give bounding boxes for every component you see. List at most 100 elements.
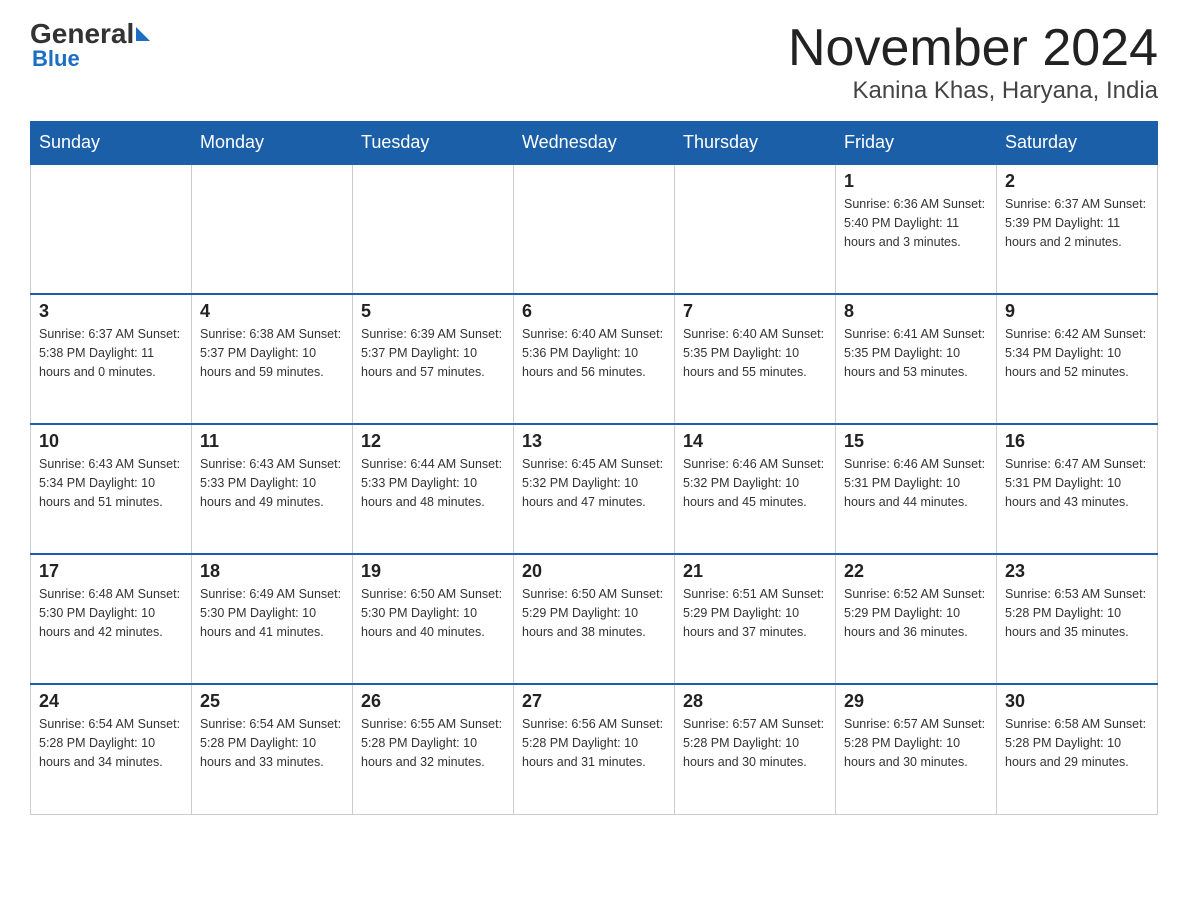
day-info: Sunrise: 6:36 AM Sunset: 5:40 PM Dayligh… bbox=[844, 195, 988, 251]
calendar-cell: 10 Sunrise: 6:43 AM Sunset: 5:34 PM Dayli… bbox=[31, 424, 192, 554]
header-tuesday: Tuesday bbox=[353, 122, 514, 165]
calendar-cell: 23 Sunrise: 6:53 AM Sunset: 5:28 PM Dayli… bbox=[997, 554, 1158, 684]
day-info: Sunrise: 6:40 AM Sunset: 5:35 PM Dayligh… bbox=[683, 325, 827, 381]
calendar-cell: 6Sunrise: 6:40 AM Sunset: 5:36 PM Daylig… bbox=[514, 294, 675, 424]
day-info: Sunrise: 6:44 AM Sunset: 5:33 PM Dayligh… bbox=[361, 455, 505, 511]
day-info: Sunrise: 6:50 AM Sunset: 5:29 PM Dayligh… bbox=[522, 585, 666, 641]
calendar-week-2: 3 Sunrise: 6:37 AM Sunset: 5:38 PM Daylig… bbox=[31, 294, 1158, 424]
day-number: 9 bbox=[1005, 301, 1149, 322]
calendar-cell bbox=[353, 164, 514, 294]
day-info: Sunrise: 6:51 AM Sunset: 5:29 PM Dayligh… bbox=[683, 585, 827, 641]
day-info: Sunrise: 6:48 AM Sunset: 5:30 PM Dayligh… bbox=[39, 585, 183, 641]
day-info: Sunrise: 6:47 AM Sunset: 5:31 PM Dayligh… bbox=[1005, 455, 1149, 511]
calendar-cell: 25 Sunrise: 6:54 AM Sunset: 5:28 PM Dayli… bbox=[192, 684, 353, 814]
day-info: Sunrise: 6:57 AM Sunset: 5:28 PM Dayligh… bbox=[683, 715, 827, 771]
header-monday: Monday bbox=[192, 122, 353, 165]
calendar-cell: 1 Sunrise: 6:36 AM Sunset: 5:40 PM Daylig… bbox=[836, 164, 997, 294]
day-info: Sunrise: 6:43 AM Sunset: 5:34 PM Dayligh… bbox=[39, 455, 183, 511]
day-number: 7 bbox=[683, 301, 827, 322]
day-number: 11 bbox=[200, 431, 344, 452]
day-info: Sunrise: 6:42 AM Sunset: 5:34 PM Dayligh… bbox=[1005, 325, 1149, 381]
calendar-table: SundayMondayTuesdayWednesdayThursdayFrid… bbox=[30, 121, 1158, 815]
day-info: Sunrise: 6:54 AM Sunset: 5:28 PM Dayligh… bbox=[200, 715, 344, 771]
calendar-cell: 19Sunrise: 6:50 AM Sunset: 5:30 PM Dayli… bbox=[353, 554, 514, 684]
day-number: 21 bbox=[683, 561, 827, 582]
day-number: 4 bbox=[200, 301, 344, 322]
day-info: Sunrise: 6:54 AM Sunset: 5:28 PM Dayligh… bbox=[39, 715, 183, 771]
calendar-cell: 15 Sunrise: 6:46 AM Sunset: 5:31 PM Dayli… bbox=[836, 424, 997, 554]
header-saturday: Saturday bbox=[997, 122, 1158, 165]
calendar-cell: 17Sunrise: 6:48 AM Sunset: 5:30 PM Dayli… bbox=[31, 554, 192, 684]
day-number: 29 bbox=[844, 691, 988, 712]
calendar-cell: 11 Sunrise: 6:43 AM Sunset: 5:33 PM Dayli… bbox=[192, 424, 353, 554]
day-info: Sunrise: 6:58 AM Sunset: 5:28 PM Dayligh… bbox=[1005, 715, 1149, 771]
calendar-cell: 22 Sunrise: 6:52 AM Sunset: 5:29 PM Dayli… bbox=[836, 554, 997, 684]
day-info: Sunrise: 6:37 AM Sunset: 5:38 PM Dayligh… bbox=[39, 325, 183, 381]
day-info: Sunrise: 6:57 AM Sunset: 5:28 PM Dayligh… bbox=[844, 715, 988, 771]
day-info: Sunrise: 6:46 AM Sunset: 5:32 PM Dayligh… bbox=[683, 455, 827, 511]
day-number: 12 bbox=[361, 431, 505, 452]
calendar-cell bbox=[675, 164, 836, 294]
day-number: 5 bbox=[361, 301, 505, 322]
day-number: 22 bbox=[844, 561, 988, 582]
calendar-cell: 30Sunrise: 6:58 AM Sunset: 5:28 PM Dayli… bbox=[997, 684, 1158, 814]
month-title: November 2024 bbox=[788, 20, 1158, 77]
day-number: 8 bbox=[844, 301, 988, 322]
calendar-cell: 21 Sunrise: 6:51 AM Sunset: 5:29 PM Dayli… bbox=[675, 554, 836, 684]
calendar-cell: 13Sunrise: 6:45 AM Sunset: 5:32 PM Dayli… bbox=[514, 424, 675, 554]
day-number: 26 bbox=[361, 691, 505, 712]
calendar-cell bbox=[514, 164, 675, 294]
day-info: Sunrise: 6:41 AM Sunset: 5:35 PM Dayligh… bbox=[844, 325, 988, 381]
day-number: 14 bbox=[683, 431, 827, 452]
day-number: 27 bbox=[522, 691, 666, 712]
title-area: November 2024 Kanina Khas, Haryana, Indi… bbox=[788, 20, 1158, 105]
calendar-cell: 4 Sunrise: 6:38 AM Sunset: 5:37 PM Daylig… bbox=[192, 294, 353, 424]
day-number: 23 bbox=[1005, 561, 1149, 582]
header-wednesday: Wednesday bbox=[514, 122, 675, 165]
day-info: Sunrise: 6:39 AM Sunset: 5:37 PM Dayligh… bbox=[361, 325, 505, 381]
day-number: 16 bbox=[1005, 431, 1149, 452]
day-number: 20 bbox=[522, 561, 666, 582]
day-number: 19 bbox=[361, 561, 505, 582]
calendar-cell bbox=[192, 164, 353, 294]
day-info: Sunrise: 6:49 AM Sunset: 5:30 PM Dayligh… bbox=[200, 585, 344, 641]
day-info: Sunrise: 6:37 AM Sunset: 5:39 PM Dayligh… bbox=[1005, 195, 1149, 251]
day-number: 3 bbox=[39, 301, 183, 322]
day-number: 10 bbox=[39, 431, 183, 452]
day-number: 15 bbox=[844, 431, 988, 452]
day-info: Sunrise: 6:43 AM Sunset: 5:33 PM Dayligh… bbox=[200, 455, 344, 511]
header-sunday: Sunday bbox=[31, 122, 192, 165]
calendar-week-3: 10 Sunrise: 6:43 AM Sunset: 5:34 PM Dayli… bbox=[31, 424, 1158, 554]
calendar-cell bbox=[31, 164, 192, 294]
day-info: Sunrise: 6:53 AM Sunset: 5:28 PM Dayligh… bbox=[1005, 585, 1149, 641]
day-number: 25 bbox=[200, 691, 344, 712]
calendar-cell: 9 Sunrise: 6:42 AM Sunset: 5:34 PM Daylig… bbox=[997, 294, 1158, 424]
calendar-header-row: SundayMondayTuesdayWednesdayThursdayFrid… bbox=[31, 122, 1158, 165]
calendar-week-1: 1 Sunrise: 6:36 AM Sunset: 5:40 PM Daylig… bbox=[31, 164, 1158, 294]
calendar-week-4: 17Sunrise: 6:48 AM Sunset: 5:30 PM Dayli… bbox=[31, 554, 1158, 684]
calendar-week-5: 24Sunrise: 6:54 AM Sunset: 5:28 PM Dayli… bbox=[31, 684, 1158, 814]
header: General Blue November 2024 Kanina Khas, … bbox=[30, 20, 1158, 105]
calendar-cell: 3 Sunrise: 6:37 AM Sunset: 5:38 PM Daylig… bbox=[31, 294, 192, 424]
day-info: Sunrise: 6:52 AM Sunset: 5:29 PM Dayligh… bbox=[844, 585, 988, 641]
day-number: 1 bbox=[844, 171, 988, 192]
calendar-cell: 28Sunrise: 6:57 AM Sunset: 5:28 PM Dayli… bbox=[675, 684, 836, 814]
calendar-cell: 5 Sunrise: 6:39 AM Sunset: 5:37 PM Daylig… bbox=[353, 294, 514, 424]
day-number: 13 bbox=[522, 431, 666, 452]
day-number: 18 bbox=[200, 561, 344, 582]
calendar-cell: 2 Sunrise: 6:37 AM Sunset: 5:39 PM Daylig… bbox=[997, 164, 1158, 294]
calendar-cell: 26 Sunrise: 6:55 AM Sunset: 5:28 PM Dayli… bbox=[353, 684, 514, 814]
day-number: 6 bbox=[522, 301, 666, 322]
calendar-cell: 7 Sunrise: 6:40 AM Sunset: 5:35 PM Daylig… bbox=[675, 294, 836, 424]
calendar-cell: 20 Sunrise: 6:50 AM Sunset: 5:29 PM Dayli… bbox=[514, 554, 675, 684]
calendar-cell: 27Sunrise: 6:56 AM Sunset: 5:28 PM Dayli… bbox=[514, 684, 675, 814]
calendar-cell: 12 Sunrise: 6:44 AM Sunset: 5:33 PM Dayli… bbox=[353, 424, 514, 554]
day-number: 2 bbox=[1005, 171, 1149, 192]
day-info: Sunrise: 6:46 AM Sunset: 5:31 PM Dayligh… bbox=[844, 455, 988, 511]
day-info: Sunrise: 6:55 AM Sunset: 5:28 PM Dayligh… bbox=[361, 715, 505, 771]
logo-triangle-icon bbox=[136, 27, 150, 41]
logo-general: General bbox=[30, 20, 134, 48]
calendar-cell: 8 Sunrise: 6:41 AM Sunset: 5:35 PM Daylig… bbox=[836, 294, 997, 424]
calendar-cell: 16 Sunrise: 6:47 AM Sunset: 5:31 PM Dayli… bbox=[997, 424, 1158, 554]
day-info: Sunrise: 6:38 AM Sunset: 5:37 PM Dayligh… bbox=[200, 325, 344, 381]
